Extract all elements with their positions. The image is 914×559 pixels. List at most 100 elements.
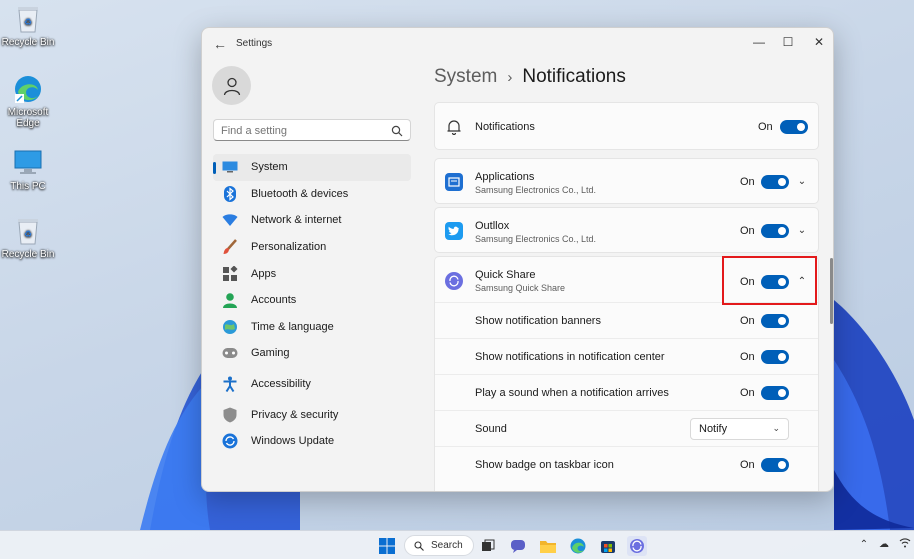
globe-clock-icon bbox=[222, 319, 238, 335]
app-state: On bbox=[740, 276, 755, 288]
app-publisher: Samsung Electronics Co., Ltd. bbox=[475, 234, 597, 244]
chevron-up-icon[interactable]: ⌃ bbox=[857, 538, 871, 552]
option-state: On bbox=[740, 351, 755, 363]
close-icon[interactable]: ✕ bbox=[807, 32, 831, 52]
option-state: On bbox=[740, 387, 755, 399]
sidebar-item-label: Bluetooth & devices bbox=[251, 187, 349, 200]
app-toggle-outllox[interactable] bbox=[761, 224, 789, 238]
sidebar-item-bluetooth[interactable]: Bluetooth & devices bbox=[213, 181, 411, 208]
minimize-icon[interactable]: — bbox=[747, 32, 771, 52]
store-icon[interactable] bbox=[598, 536, 618, 556]
recycle-bin-icon: ♻ bbox=[13, 216, 43, 246]
search-settings-box[interactable] bbox=[213, 119, 411, 141]
option-state: On bbox=[740, 315, 755, 327]
notifications-title: Notifications bbox=[475, 121, 535, 133]
chat-icon[interactable] bbox=[508, 536, 528, 556]
sidebar-item-label: Privacy & security bbox=[251, 408, 339, 421]
sidebar-nav: System Bluetooth & devices Network & int… bbox=[213, 154, 411, 455]
sidebar-item-label: Network & internet bbox=[251, 214, 342, 227]
sidebar-item-privacy[interactable]: Privacy & security bbox=[213, 401, 411, 428]
app-card-outllox[interactable]: Outllox Samsung Electronics Co., Ltd. On… bbox=[434, 207, 819, 253]
sidebar-item-personalization[interactable]: Personalization bbox=[213, 234, 411, 261]
option-sound: Sound Notify ⌄ bbox=[435, 410, 818, 446]
sidebar-item-label: System bbox=[251, 161, 288, 174]
twitter-bird-icon bbox=[445, 222, 463, 240]
bell-icon bbox=[445, 118, 463, 136]
sidebar-item-accounts[interactable]: Accounts bbox=[213, 287, 411, 314]
app-card-quick-share[interactable]: Quick Share Samsung Quick Share On ⌃ Sho… bbox=[434, 256, 819, 491]
desktop-icon-recycle-bin[interactable]: ♻ Recycle Bin bbox=[0, 4, 56, 48]
quick-share-icon bbox=[445, 272, 463, 290]
maximize-icon[interactable]: ☐ bbox=[776, 32, 800, 52]
controller-icon bbox=[222, 345, 238, 361]
sidebar-item-label: Accounts bbox=[251, 294, 297, 307]
chevron-up-icon[interactable]: ⌃ bbox=[796, 276, 808, 288]
svg-text:♻: ♻ bbox=[24, 17, 32, 27]
sidebar-item-apps[interactable]: Apps bbox=[213, 260, 411, 287]
accessibility-icon bbox=[222, 376, 238, 393]
sidebar-item-label: Gaming bbox=[251, 347, 290, 360]
taskbar-search-label: Search bbox=[431, 540, 463, 551]
app-publisher: Samsung Quick Share bbox=[475, 283, 566, 293]
task-view-icon[interactable] bbox=[478, 536, 498, 556]
option-label: Show badge on taskbar icon bbox=[475, 459, 614, 471]
title-bar: ← Settings — ☐ ✕ bbox=[202, 28, 833, 60]
sidebar-item-accessibility[interactable]: Accessibility bbox=[213, 371, 411, 398]
option-label: Play a sound when a notification arrives bbox=[475, 387, 669, 399]
sidebar-item-label: Apps bbox=[251, 267, 277, 280]
bluetooth-icon bbox=[222, 185, 238, 202]
sound-on-arrive-toggle[interactable] bbox=[761, 386, 789, 400]
settings-window: ← Settings — ☐ ✕ System Bluetooth & devi… bbox=[201, 27, 834, 492]
app-card-applications[interactable]: Applications Samsung Electronics Co., Lt… bbox=[434, 158, 819, 204]
sidebar-item-time-language[interactable]: Time & language bbox=[213, 314, 411, 341]
option-state: On bbox=[740, 459, 755, 471]
app-name: Quick Share bbox=[475, 269, 536, 281]
breadcrumb-parent[interactable]: System bbox=[434, 66, 497, 87]
chevron-down-icon[interactable]: ⌄ bbox=[796, 176, 808, 188]
option-sound-on-arrive: Play a sound when a notification arrives… bbox=[435, 374, 818, 410]
notifications-state: On bbox=[758, 121, 773, 133]
chevron-down-icon[interactable]: ⌄ bbox=[796, 225, 808, 237]
app-publisher: Samsung Electronics Co., Ltd. bbox=[475, 185, 597, 195]
desktop-icon-edge[interactable]: Microsoft Edge bbox=[0, 74, 56, 129]
wifi-icon[interactable] bbox=[898, 538, 912, 552]
option-label: Sound bbox=[475, 423, 507, 435]
start-windows-icon[interactable] bbox=[377, 536, 397, 556]
search-icon bbox=[414, 541, 424, 554]
app-toggle-quick-share[interactable] bbox=[761, 275, 789, 289]
desktop-icon-recycle-bin-2[interactable]: ♻ Recycle Bin bbox=[0, 216, 56, 260]
edge-icon[interactable] bbox=[568, 536, 588, 556]
sidebar-item-windows-update[interactable]: Windows Update bbox=[213, 428, 411, 455]
search-input[interactable] bbox=[221, 123, 381, 138]
notifications-toggle[interactable] bbox=[780, 120, 808, 134]
monitor-icon bbox=[13, 148, 43, 178]
monitor-icon bbox=[222, 159, 238, 175]
option-label: Show notifications in notification cente… bbox=[475, 351, 665, 363]
banners-toggle[interactable] bbox=[761, 314, 789, 328]
sidebar-item-label: Time & language bbox=[251, 320, 334, 333]
taskbar: Search ⌃ ☁ bbox=[0, 530, 914, 559]
update-icon bbox=[222, 433, 238, 449]
apps-icon bbox=[222, 265, 238, 282]
back-arrow-icon[interactable]: ← bbox=[210, 35, 230, 53]
option-badge: Show badge on taskbar icon On bbox=[435, 446, 818, 482]
notification-center-toggle[interactable] bbox=[761, 350, 789, 364]
sound-dropdown[interactable]: Notify ⌄ bbox=[690, 418, 789, 440]
app-name: Outllox bbox=[475, 220, 510, 232]
avatar[interactable] bbox=[212, 66, 251, 105]
sidebar-item-gaming[interactable]: Gaming bbox=[213, 340, 411, 367]
sidebar-item-network[interactable]: Network & internet bbox=[213, 207, 411, 234]
app-title: Settings bbox=[236, 38, 273, 49]
person-icon bbox=[222, 292, 238, 309]
cloud-icon[interactable]: ☁ bbox=[877, 538, 891, 552]
quick-share-taskbar-icon[interactable] bbox=[627, 536, 647, 556]
badge-toggle[interactable] bbox=[761, 458, 789, 472]
search-icon bbox=[391, 124, 403, 137]
option-label: Show notification banners bbox=[475, 315, 601, 327]
desktop-icon-this-pc[interactable]: This PC bbox=[0, 148, 56, 192]
file-explorer-icon[interactable] bbox=[538, 536, 558, 556]
scrollbar[interactable] bbox=[830, 258, 833, 324]
sidebar-item-system[interactable]: System bbox=[213, 154, 411, 181]
taskbar-search[interactable]: Search bbox=[404, 535, 474, 556]
app-toggle-applications[interactable] bbox=[761, 175, 789, 189]
